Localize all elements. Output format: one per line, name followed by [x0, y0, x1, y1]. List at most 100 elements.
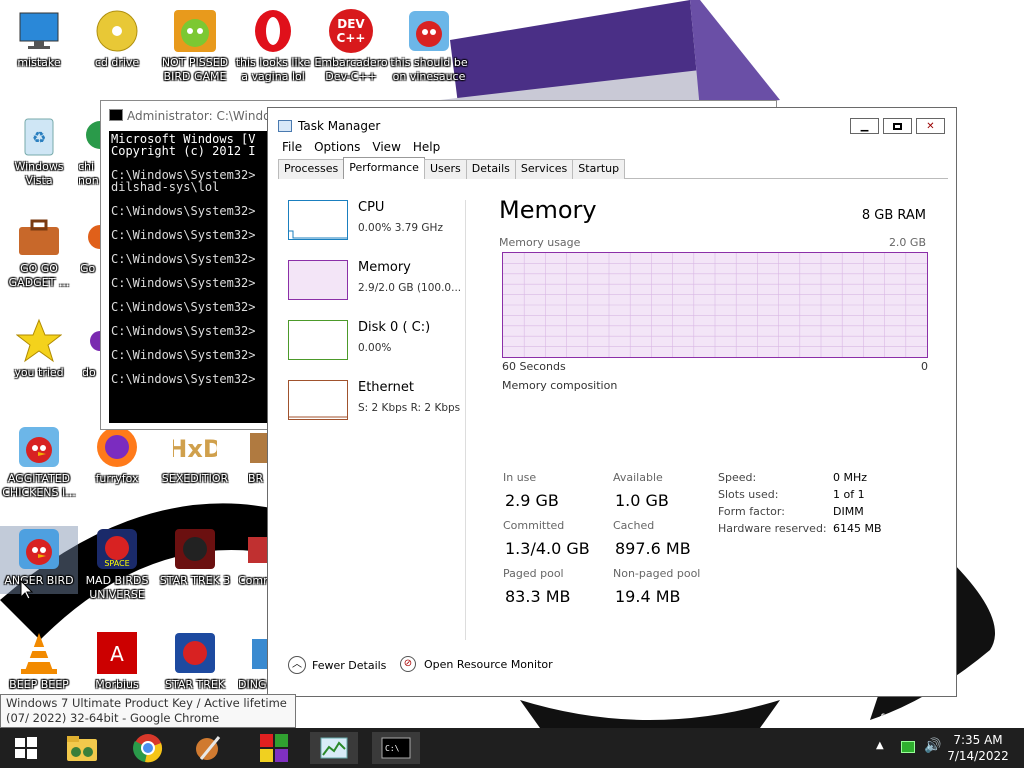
resource-monitor-link[interactable]: ⊘ Open Resource Monitor: [400, 656, 553, 672]
desktop-icon-not-pissed-bird-game[interactable]: NOT PISSED BIRD GAME: [156, 8, 234, 84]
sidebar-item-memory[interactable]: Memory 2.9/2.0 GB (100.0...: [288, 260, 468, 306]
tab-users[interactable]: Users: [423, 159, 467, 179]
pdf-icon: A: [94, 630, 140, 676]
menu-view[interactable]: View: [372, 140, 400, 154]
graph-axis-right: 0: [921, 360, 928, 373]
resource-monitor-icon: ⊘: [400, 656, 416, 672]
desktop-icon-star-trek[interactable]: STAR TREK: [156, 630, 234, 692]
ethernet-thumbnail: [288, 380, 348, 420]
taskbar-app-blocks[interactable]: [250, 732, 298, 764]
stat-paged-pool-value: 83.3 MB: [505, 587, 571, 606]
icon-label: STAR TREK 3: [159, 574, 231, 587]
icon-label: DING: [238, 678, 267, 691]
sidebar-item-disk[interactable]: Disk 0 ( C:) 0.00%: [288, 320, 468, 366]
desktop-icon-mistake[interactable]: mistake: [0, 8, 78, 70]
menu-help[interactable]: Help: [413, 140, 440, 154]
desktop-icon-sexeditior[interactable]: HxD SEXEDITIOR: [156, 424, 234, 486]
icon-label: mistake: [17, 56, 61, 69]
stat-cached-label: Cached: [613, 519, 655, 532]
clock-time: 7:35 AM: [953, 733, 1003, 747]
stat-in-use-value: 2.9 GB: [505, 491, 559, 510]
icon-label: chi: [78, 160, 95, 173]
fewer-details-button[interactable]: ︿ Fewer Details: [288, 656, 386, 674]
desktop-icon-dev-cpp[interactable]: DEV C++ Embarcadero Dev-C++: [312, 8, 390, 84]
cpu-thumbnail: [288, 200, 348, 240]
taskbar-chrome[interactable]: [124, 732, 172, 764]
desktop-icon-aggitated-chickens[interactable]: AGGITATED CHICKENS I...: [0, 424, 78, 500]
desktop-icon-partial-4[interactable]: BR: [248, 424, 267, 486]
icon-label: furryfox: [95, 472, 139, 485]
tab-startup[interactable]: Startup: [572, 159, 626, 179]
taskbar-file-explorer[interactable]: [58, 732, 106, 764]
network-icon[interactable]: [901, 741, 915, 753]
memory-composition-label: Memory composition: [502, 379, 618, 392]
memory-usage-max: 2.0 GB: [888, 236, 926, 249]
taskbar-paint[interactable]: [184, 732, 232, 764]
icon-label: this looks like a vagina lol: [235, 56, 311, 83]
show-hidden-icons-button[interactable]: ▲: [876, 740, 884, 751]
tab-services[interactable]: Services: [514, 159, 574, 179]
icon-label: BR: [248, 472, 264, 485]
sidebar-item-ethernet[interactable]: Ethernet S: 2 Kbps R: 2 Kbps: [288, 380, 468, 426]
clock-date: 7/14/2022: [947, 749, 1009, 763]
desktop-icon-beep-beep[interactable]: BEEP BEEP: [0, 630, 78, 692]
svg-text:DEV: DEV: [337, 17, 365, 31]
desktop-icon-partial-6[interactable]: DING: [238, 630, 267, 692]
angry-birds-space-icon: SPACE: [94, 526, 140, 572]
vlc-cone-icon: [16, 630, 62, 676]
minimize-button[interactable]: ▁: [850, 118, 879, 134]
desktop-icon-partial-5[interactable]: Comr: [238, 526, 267, 588]
desktop-icon-opera[interactable]: this looks like a vagina lol: [234, 8, 312, 84]
tab-performance[interactable]: Performance: [343, 157, 425, 179]
maximize-button[interactable]: [883, 118, 912, 134]
icon-label: MAD BIRDS UNIVERSE: [85, 574, 149, 601]
desktop-icon-partial-1[interactable]: chi non: [78, 112, 102, 188]
wallpaper-text: f Windows: [880, 712, 942, 726]
desktop-icon-partial-2[interactable]: Go: [80, 214, 102, 276]
cd-icon: [94, 8, 140, 54]
taskbar-command-prompt[interactable]: C:\: [372, 732, 420, 764]
sidebar-name: CPU: [358, 200, 385, 215]
memory-total: 8 GB RAM: [861, 208, 926, 223]
desktop-icon-windows-vista[interactable]: ♻ Windows Vista: [0, 112, 78, 188]
icon-label: GO GO GADGET ...: [8, 262, 70, 289]
desktop-icon-star-trek-3[interactable]: STAR TREK 3: [156, 526, 234, 588]
desktop-icon-mad-birds-universe[interactable]: SPACE MAD BIRDS UNIVERSE: [78, 526, 156, 602]
desktop-icon-cd-drive[interactable]: cd drive: [78, 8, 156, 70]
icon-label: cd drive: [94, 56, 140, 69]
app-icon: [80, 214, 102, 260]
icon-label: do: [82, 366, 96, 379]
close-button[interactable]: ✕: [916, 118, 945, 134]
memory-grid: [503, 253, 927, 357]
clock[interactable]: 7:35 AM 7/14/2022: [946, 732, 1010, 764]
paint-brush-icon: [196, 736, 221, 760]
fewer-details-label: Fewer Details: [312, 658, 387, 672]
green-pig-icon: [172, 8, 218, 54]
icon-label: Comr: [238, 574, 267, 587]
desktop-icon-partial-3[interactable]: do: [82, 318, 102, 380]
menu-file[interactable]: File: [282, 140, 302, 154]
desktop-icon-go-go-gadget[interactable]: GO GO GADGET ...: [0, 214, 78, 290]
volume-icon[interactable]: 🔊: [924, 738, 941, 754]
desktop-icon-anger-bird[interactable]: ANGER BIRD: [0, 526, 78, 594]
angry-bird-icon: [406, 8, 452, 54]
icon-label: non: [78, 174, 99, 187]
taskbar-task-manager[interactable]: [310, 732, 358, 764]
start-button[interactable]: [2, 732, 50, 764]
desktop-icon-vinesauce[interactable]: this should be on vinesauce: [390, 8, 468, 84]
tab-processes[interactable]: Processes: [278, 159, 345, 179]
colored-blocks-icon: [260, 734, 288, 762]
sidebar-divider: [465, 200, 466, 640]
tab-details[interactable]: Details: [465, 159, 516, 179]
task-manager-window[interactable]: Task Manager ▁ ✕ File Options View Help …: [267, 107, 957, 697]
desktop-icon-furryfox[interactable]: furryfox: [78, 424, 156, 486]
desktop-icon-you-tried[interactable]: you tried: [0, 318, 78, 380]
sidebar-item-cpu[interactable]: CPU 0.00% 3.79 GHz: [288, 200, 468, 246]
svg-text:A: A: [110, 642, 124, 666]
spec-hardware-reserved-value: 6145 MB: [833, 522, 882, 535]
taskbar-tooltip: Windows 7 Ultimate Product Key / Active …: [0, 694, 296, 728]
desktop-icon-morbius[interactable]: A Morbius: [78, 630, 156, 692]
icon-label: you tried: [14, 366, 64, 379]
menu-options[interactable]: Options: [314, 140, 360, 154]
stat-cached-value: 897.6 MB: [615, 539, 691, 558]
